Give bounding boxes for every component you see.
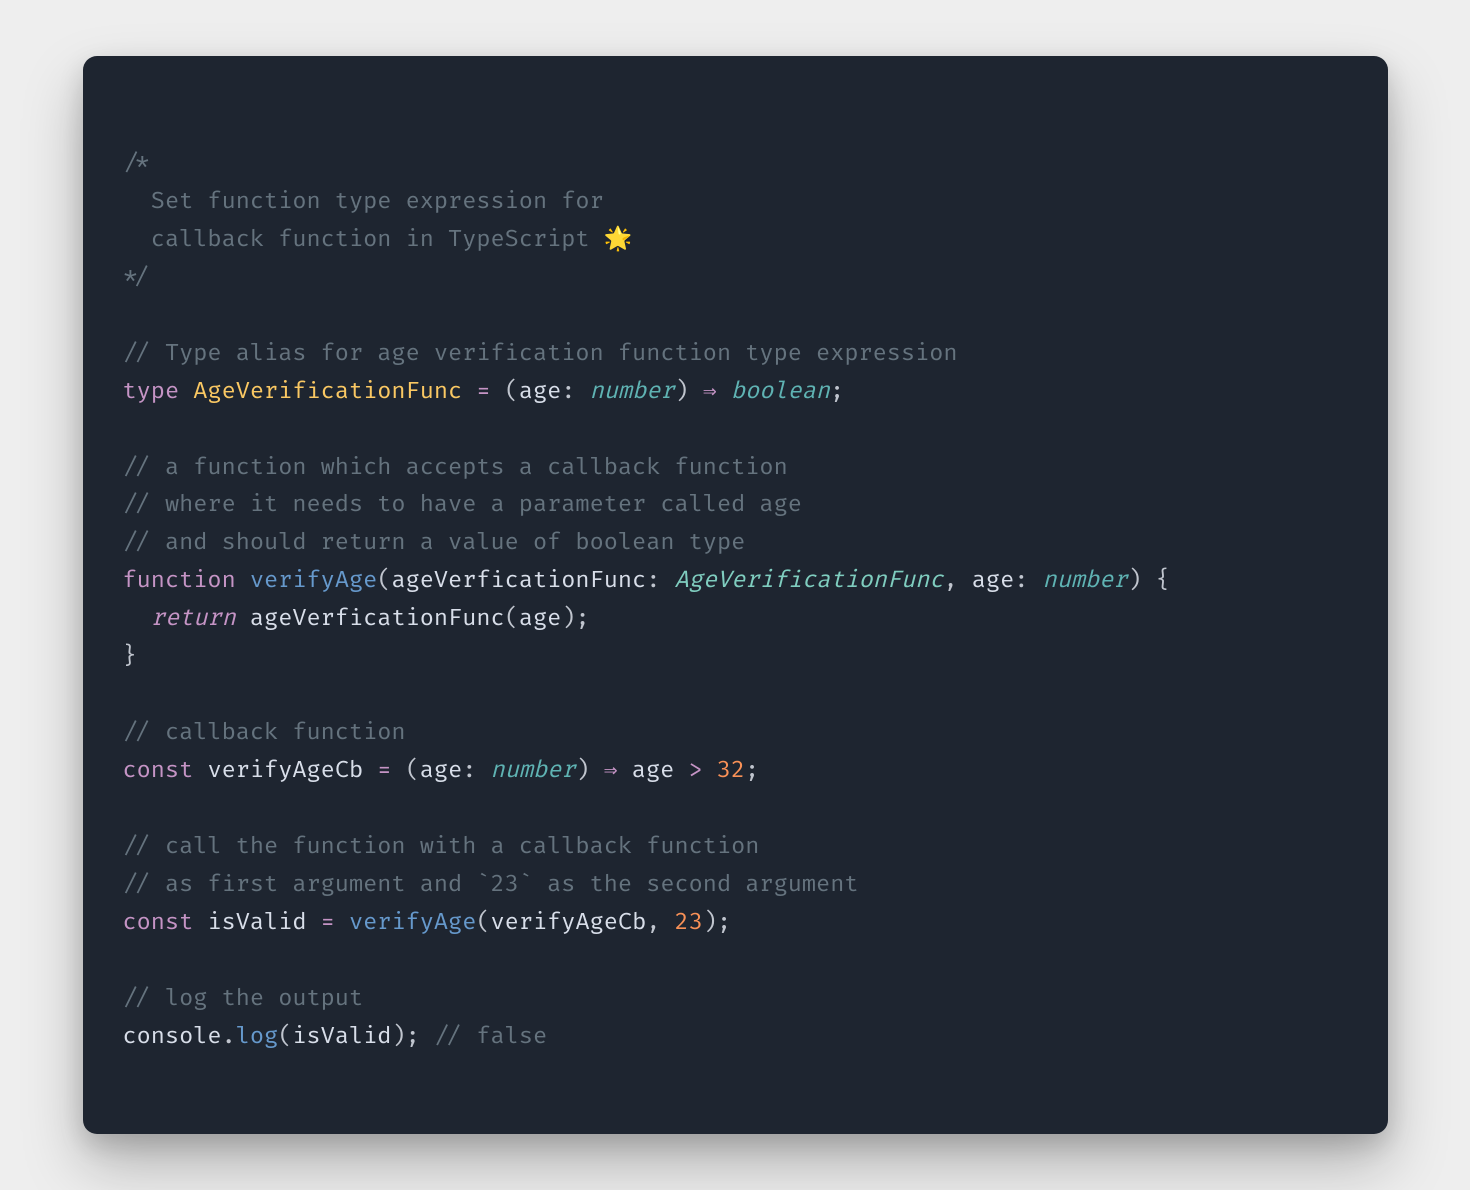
semicolon: ; bbox=[406, 1023, 420, 1051]
equals: = bbox=[462, 378, 504, 406]
type-alias-name: AgeVerificationFunc bbox=[193, 378, 462, 406]
custom-type: AgeVerificationFunc bbox=[675, 567, 944, 595]
comment: // callback function bbox=[123, 719, 406, 747]
param-name: age bbox=[519, 378, 561, 406]
identifier: ageVerficationFunc bbox=[250, 605, 505, 633]
variable-name: verifyAgeCb bbox=[207, 757, 363, 785]
function-keyword: function bbox=[123, 567, 236, 595]
boolean-type: boolean bbox=[731, 378, 830, 406]
number-type: number bbox=[590, 378, 675, 406]
comment: // false bbox=[420, 1023, 547, 1051]
return-keyword: return bbox=[151, 605, 236, 633]
comment: // Type alias for age verification funct… bbox=[123, 340, 958, 368]
greater-than: > bbox=[674, 757, 716, 785]
type-keyword: type bbox=[123, 378, 180, 406]
function-name: verifyAge bbox=[250, 567, 377, 595]
comment: // log the output bbox=[123, 985, 364, 1013]
block-comment-line: callback function in TypeScript 🌟 bbox=[123, 226, 633, 254]
number-literal: 23 bbox=[675, 909, 703, 937]
dot: . bbox=[222, 1023, 236, 1051]
comment: // as first argument and `23` as the sec… bbox=[123, 871, 859, 899]
close-paren: ) bbox=[391, 1023, 405, 1051]
semicolon: ; bbox=[830, 378, 844, 406]
semicolon: ; bbox=[717, 909, 731, 937]
equals: = bbox=[307, 909, 349, 937]
open-paren: ( bbox=[505, 605, 519, 633]
code-block: /* Set function type expression for call… bbox=[123, 146, 1348, 1057]
close-paren: ) bbox=[703, 909, 717, 937]
open-paren: ( bbox=[278, 1023, 292, 1051]
comment: // call the function with a callback fun… bbox=[123, 833, 760, 861]
function-call: verifyAge bbox=[349, 909, 476, 937]
identifier: age bbox=[632, 757, 674, 785]
param-name: age bbox=[420, 757, 462, 785]
close-brace: } bbox=[123, 643, 137, 671]
close-paren: ) bbox=[675, 378, 689, 406]
close-paren: ) bbox=[561, 605, 575, 633]
equals: = bbox=[363, 757, 405, 785]
semicolon: ; bbox=[575, 605, 589, 633]
open-paren: ( bbox=[377, 567, 391, 595]
block-comment-open: /* bbox=[123, 150, 151, 178]
console-object: console bbox=[123, 1023, 222, 1051]
comment: // and should return a value of boolean … bbox=[123, 529, 746, 557]
arrow: ⇒ bbox=[689, 378, 731, 406]
number-literal: 32 bbox=[717, 757, 745, 785]
block-comment-line: Set function type expression for bbox=[123, 188, 604, 216]
log-method: log bbox=[236, 1023, 278, 1051]
number-type: number bbox=[491, 757, 576, 785]
argument: age bbox=[519, 605, 561, 633]
variable-name: isValid bbox=[207, 909, 306, 937]
number-type: number bbox=[1043, 567, 1128, 595]
param-name: age bbox=[972, 567, 1014, 595]
open-paren: ( bbox=[505, 378, 519, 406]
open-paren: ( bbox=[406, 757, 420, 785]
close-paren: ) bbox=[575, 757, 589, 785]
block-comment-close: */ bbox=[123, 264, 151, 292]
param-name: ageVerficationFunc bbox=[391, 567, 646, 595]
const-keyword: const bbox=[123, 909, 194, 937]
comment: // a function which accepts a callback f… bbox=[123, 454, 788, 482]
semicolon: ; bbox=[745, 757, 759, 785]
argument: verifyAgeCb bbox=[491, 909, 647, 937]
arrow: ⇒ bbox=[590, 757, 632, 785]
open-paren: ( bbox=[476, 909, 490, 937]
comma: , bbox=[943, 567, 971, 595]
comment: // where it needs to have a parameter ca… bbox=[123, 491, 802, 519]
open-brace: { bbox=[1142, 567, 1170, 595]
code-window: /* Set function type expression for call… bbox=[83, 56, 1388, 1134]
argument: isValid bbox=[292, 1023, 391, 1051]
const-keyword: const bbox=[123, 757, 194, 785]
comma: , bbox=[646, 909, 674, 937]
close-paren: ) bbox=[1127, 567, 1141, 595]
